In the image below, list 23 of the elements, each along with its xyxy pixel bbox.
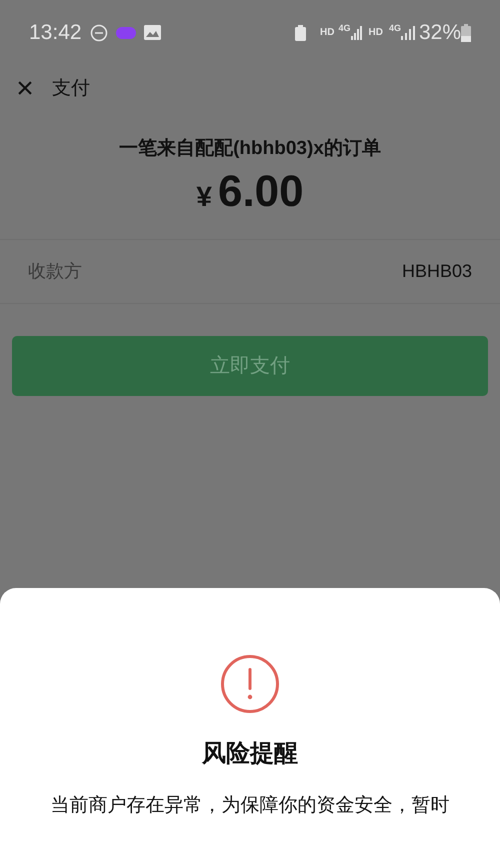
dialog-title: 风险提醒 bbox=[202, 739, 298, 769]
dialog-message: 当前商户存在异常，为保障你的资金安全，暂时 bbox=[50, 794, 450, 818]
order-title: 一笔来自配配(hbhb03)x的订单 bbox=[119, 137, 381, 161]
image-icon bbox=[144, 25, 161, 40]
app-icon bbox=[116, 26, 136, 38]
clock: 13:42 bbox=[29, 20, 82, 46]
network-type: 4G bbox=[338, 22, 350, 35]
battery-saver-icon bbox=[295, 24, 306, 40]
network-type: 4G bbox=[388, 22, 401, 35]
close-button[interactable]: × bbox=[14, 74, 36, 104]
currency-symbol: ¥ bbox=[196, 180, 212, 214]
amount: 6.00 bbox=[218, 166, 304, 218]
signal-icon bbox=[350, 26, 362, 40]
network-label: HD bbox=[320, 26, 334, 40]
do-not-disturb-icon bbox=[90, 24, 108, 42]
network-label: HD bbox=[368, 26, 383, 40]
battery-level: 32% bbox=[418, 20, 461, 46]
signal-icon bbox=[400, 26, 415, 40]
page-title: 支付 bbox=[52, 76, 90, 101]
payee-value: HBHB03 bbox=[402, 260, 472, 283]
battery-icon bbox=[461, 24, 471, 42]
payee-label: 收款方 bbox=[28, 260, 82, 283]
warning-icon bbox=[220, 654, 280, 714]
